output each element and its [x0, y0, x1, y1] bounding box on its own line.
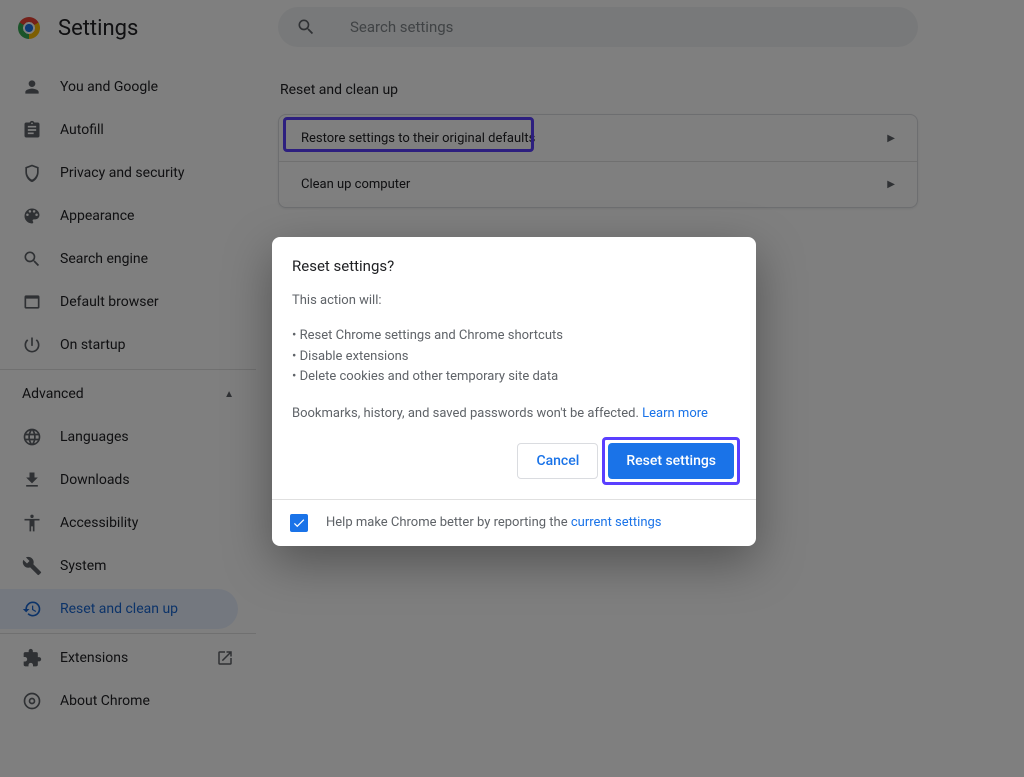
sidebar-item-label: Accessibility [60, 515, 138, 531]
sidebar-item-label: Languages [60, 429, 129, 445]
search-icon [296, 17, 316, 37]
shield-icon [22, 163, 42, 183]
sidebar-item-default-browser[interactable]: Default browser [0, 282, 238, 322]
learn-more-link[interactable]: Learn more [642, 406, 708, 421]
sidebar-item-on-startup[interactable]: On startup [0, 325, 238, 365]
reset-cleanup-card: Restore settings to their original defau… [278, 114, 918, 208]
sidebar-item-label: Privacy and security [60, 165, 184, 181]
open-in-new-icon [216, 649, 234, 667]
sidebar-item-privacy[interactable]: Privacy and security [0, 153, 238, 193]
sidebar-divider [0, 633, 256, 634]
dialog-intro: This action will: [292, 291, 736, 312]
sidebar-item-label: Appearance [60, 208, 134, 224]
page-title: Settings [58, 16, 138, 41]
reset-settings-button[interactable]: Reset settings [608, 443, 734, 479]
dialog-footer-text: Help make Chrome better by reporting the… [326, 515, 662, 530]
sidebar-item-about-chrome[interactable]: About Chrome [0, 681, 238, 721]
clipboard-icon [22, 120, 42, 140]
globe-icon [22, 427, 42, 447]
extension-icon [22, 648, 42, 668]
sidebar-item-reset-cleanup[interactable]: Reset and clean up [0, 589, 238, 629]
download-icon [22, 470, 42, 490]
sidebar-item-label: About Chrome [60, 693, 150, 709]
sidebar-advanced-toggle[interactable]: Advanced ▲ [0, 374, 258, 414]
sidebar-item-label: Downloads [60, 472, 130, 488]
accessibility-icon [22, 513, 42, 533]
sidebar-item-appearance[interactable]: Appearance [0, 196, 238, 236]
browser-window-icon [22, 292, 42, 312]
sidebar-item-downloads[interactable]: Downloads [0, 460, 238, 500]
cancel-button[interactable]: Cancel [517, 443, 598, 479]
section-title: Reset and clean up [280, 82, 918, 98]
dialog-bullet: Reset Chrome settings and Chrome shortcu… [292, 326, 736, 347]
sidebar-item-label: Default browser [60, 294, 159, 310]
sidebar-item-label: You and Google [60, 79, 158, 95]
sidebar-item-autofill[interactable]: Autofill [0, 110, 238, 150]
search-input[interactable] [350, 18, 850, 36]
sidebar-item-accessibility[interactable]: Accessibility [0, 503, 238, 543]
sidebar-advanced-label: Advanced [22, 386, 84, 402]
restore-icon [22, 599, 42, 619]
sidebar-item-search-engine[interactable]: Search engine [0, 239, 238, 279]
search-settings[interactable] [278, 7, 918, 47]
sidebar-divider [0, 369, 256, 370]
sidebar-item-label: Search engine [60, 251, 148, 267]
chevron-right-icon: ▶ [887, 133, 895, 144]
wrench-icon [22, 556, 42, 576]
reset-settings-dialog: Reset settings? This action will: Reset … [272, 237, 756, 546]
search-icon [22, 249, 42, 269]
chevron-right-icon: ▶ [887, 179, 895, 190]
report-settings-checkbox[interactable] [290, 514, 308, 532]
sidebar-item-label: System [60, 558, 106, 574]
sidebar-item-system[interactable]: System [0, 546, 238, 586]
power-icon [22, 335, 42, 355]
current-settings-link[interactable]: current settings [571, 515, 662, 530]
row-restore-defaults[interactable]: Restore settings to their original defau… [279, 115, 917, 161]
sidebar-item-extensions[interactable]: Extensions [0, 638, 238, 678]
dialog-note: Bookmarks, history, and saved passwords … [292, 404, 736, 425]
sidebar-item-label: On startup [60, 337, 126, 353]
sidebar-item-languages[interactable]: Languages [0, 417, 238, 457]
chrome-outline-icon [22, 691, 42, 711]
sidebar-item-you-and-google[interactable]: You and Google [0, 67, 238, 107]
sidebar-item-label: Extensions [60, 650, 128, 666]
person-icon [22, 77, 42, 97]
sidebar-item-label: Reset and clean up [60, 601, 178, 617]
dialog-bullet: Disable extensions [292, 347, 736, 368]
chevron-up-icon: ▲ [224, 389, 234, 400]
chrome-logo-icon [18, 17, 40, 39]
sidebar-item-label: Autofill [60, 122, 104, 138]
row-label: Clean up computer [301, 177, 410, 192]
dialog-bullet: Delete cookies and other temporary site … [292, 367, 736, 388]
row-label: Restore settings to their original defau… [301, 131, 535, 146]
dialog-title: Reset settings? [292, 257, 736, 275]
row-clean-up-computer[interactable]: Clean up computer ▶ [279, 161, 917, 207]
palette-icon [22, 206, 42, 226]
